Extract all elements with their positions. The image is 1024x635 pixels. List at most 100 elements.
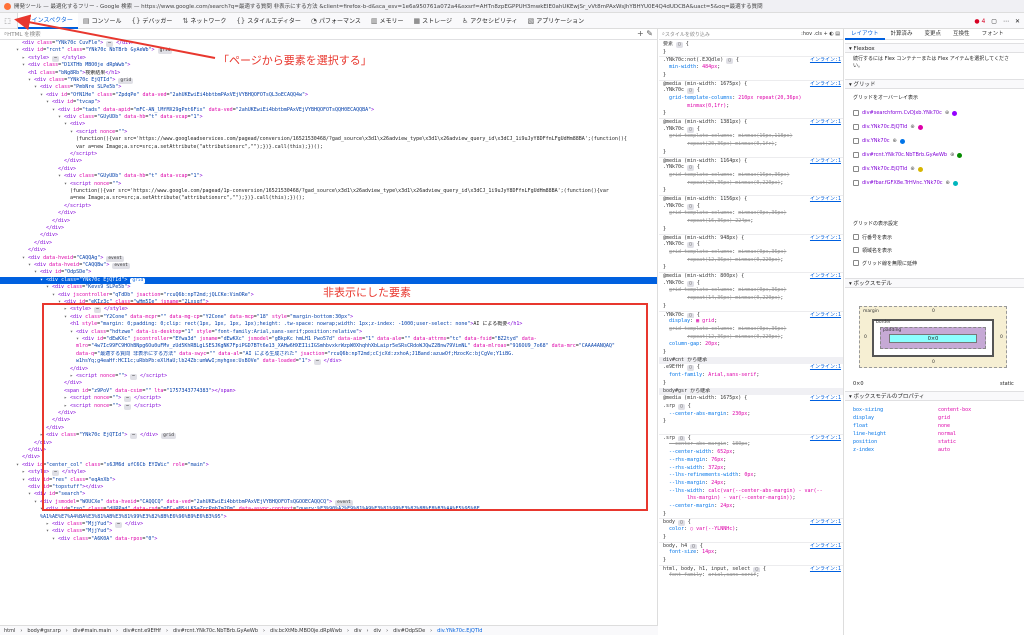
rule-line[interactable]: @media (min-width: 1675px) {インライン:1 bbox=[659, 79, 843, 87]
sidebar-tab[interactable]: 計算済み bbox=[885, 29, 919, 40]
markup-node[interactable]: a=new Image;a.src=src;a.setAttribute("at… bbox=[0, 195, 657, 202]
grid-overlay-checkbox[interactable] bbox=[853, 180, 859, 186]
rule-line[interactable]: @media (min-width: 1164px) {インライン:1 bbox=[659, 156, 843, 164]
markup-node[interactable]: ▾ <div class="A6K0A" data-rpos="0"> bbox=[0, 536, 657, 543]
rule-line[interactable]: grid-template-columns: minmax(0px,36px) bbox=[659, 326, 843, 333]
margin-right-value[interactable]: 0 bbox=[1000, 335, 1003, 340]
tab-devtools[interactable]: ▧ アプリケーション bbox=[523, 13, 590, 29]
rule-line[interactable]: grid-template-columns: 210px repeat(20,3… bbox=[659, 95, 843, 102]
tab-devtools[interactable]: ▤ コンソール bbox=[78, 13, 127, 29]
more-menu-icon[interactable]: ⋯ bbox=[1003, 18, 1009, 25]
markup-node[interactable]: </div> bbox=[0, 240, 657, 247]
html-search-input[interactable]: HTML を検索 bbox=[7, 30, 41, 38]
rule-line[interactable]: --lhs-refinements-width: 0px; bbox=[659, 472, 843, 479]
rule-source-link[interactable]: インライン:1 bbox=[810, 81, 841, 87]
sidebar-tab[interactable]: 互換性 bbox=[947, 29, 976, 40]
display-option-checkbox[interactable] bbox=[853, 234, 859, 240]
grid-color-swatch[interactable] bbox=[952, 180, 958, 186]
rule-line[interactable]: display: ▦ grid; bbox=[659, 318, 843, 325]
target-icon[interactable]: ⊕ bbox=[910, 124, 914, 130]
rule-line[interactable]: --center-margin: 24px; bbox=[659, 503, 843, 510]
breadcrumb-item[interactable]: div#main.main bbox=[73, 628, 111, 634]
rule-line[interactable]: @media (min-width: 800px) {インライン:1 bbox=[659, 272, 843, 279]
rule-line[interactable]: .YNk70c ▢ { bbox=[659, 203, 843, 210]
grid-overlay-item[interactable]: div#fbar.fGFX8e.TrHVnc.YNk70c ⊕ bbox=[853, 178, 958, 188]
rule-line[interactable]: @media (min-width: 1675px) {インライン:1 bbox=[659, 395, 843, 402]
tab-devtools[interactable]: ♿ アクセシビリティ bbox=[457, 13, 523, 29]
grid-overlay-checkbox[interactable] bbox=[853, 152, 859, 158]
rule-source-link[interactable]: インライン:1 bbox=[810, 273, 841, 279]
close-icon[interactable]: ✕ bbox=[1015, 18, 1020, 25]
grid-display-option[interactable]: 領域名を表示 bbox=[853, 245, 892, 255]
rule-line[interactable]: body, h4 ▢ {インライン:1 bbox=[659, 541, 843, 549]
markup-node[interactable]: <div class="YNk70c CuvFle"> ⋯ </div> bbox=[0, 40, 657, 47]
rules-filter-input[interactable]: スタイルを絞り込み bbox=[665, 31, 710, 38]
rule-line[interactable]: @media (min-width: 1156px) {インライン:1 bbox=[659, 195, 843, 202]
rule-line[interactable]: .srp ▢ { bbox=[659, 403, 843, 410]
tab-devtools[interactable]: ◔ パフォーマンス bbox=[306, 13, 366, 29]
rule-line[interactable]: } bbox=[659, 511, 843, 518]
markup-node[interactable]: %A1%AE%E7%A4%BA%E3%81%AB%E3%81%99%E3%82%… bbox=[0, 514, 657, 521]
rule-source-link[interactable]: インライン:1 bbox=[810, 312, 841, 318]
target-icon[interactable]: ⊕ bbox=[946, 180, 950, 186]
markup-node[interactable]: ▾ <div class="YNk70c EjQTId"> grid bbox=[0, 77, 657, 84]
markup-node[interactable]: </div> bbox=[0, 158, 657, 165]
add-node-icon[interactable]: + ✎ bbox=[637, 29, 653, 38]
rule-line[interactable]: } bbox=[659, 303, 843, 310]
rule-line[interactable]: font-family: Arial,sans-serif; bbox=[659, 372, 843, 379]
rules-filter-bar[interactable]: ⌕ スタイルを絞り込み :hov .cls + ◐ ▤ bbox=[659, 29, 843, 40]
rule-line[interactable]: --center-width: 652px; bbox=[659, 449, 843, 456]
rule-line[interactable]: } bbox=[659, 264, 843, 271]
rule-line[interactable]: font-size: 14px; bbox=[659, 549, 843, 556]
rule-line[interactable]: .YNk70c:not(.EJQdle) ▢ {インライン:1 bbox=[659, 56, 843, 64]
rule-line[interactable]: --center-abs-margin: 180px; bbox=[659, 441, 843, 448]
markup-node[interactable]: <h1 class="bNg8Rb">検索結果</h1> bbox=[0, 70, 657, 77]
rule-line[interactable]: color: ◯ var(--YLNNHc); bbox=[659, 526, 843, 533]
dock-icon[interactable]: ▢ bbox=[991, 18, 997, 25]
rule-line[interactable]: .e9EfHf ▢ {インライン:1 bbox=[659, 364, 843, 372]
markup-node[interactable]: ▸ <div class="MjjYud"> ⋯ </div> bbox=[0, 521, 657, 528]
markup-node[interactable]: </script> bbox=[0, 203, 657, 210]
rule-line[interactable]: --center-abs-margin: 230px; bbox=[659, 411, 843, 418]
markup-node[interactable]: ▾ <div class="PmbNre SLPe5b"> bbox=[0, 84, 657, 91]
rule-line[interactable]: repeat(14,36px) minmax(0,220px); bbox=[659, 295, 843, 302]
rule-line[interactable]: } bbox=[659, 418, 843, 425]
breadcrumb-item[interactable]: div.bcXtMb.MBO0je.dRpWwb bbox=[270, 628, 342, 634]
markup-node[interactable]: </div> bbox=[0, 218, 657, 225]
rule-line[interactable]: .YNk70c ▢ { bbox=[659, 126, 843, 133]
markup-node[interactable]: ▾ <div data-hveid="CAQQBw"> event bbox=[0, 262, 657, 269]
rule-line[interactable]: 要素 ▢ { bbox=[659, 41, 843, 48]
rule-source-link[interactable]: インライン:1 bbox=[810, 395, 841, 402]
content-box[interactable]: 0×0 bbox=[889, 334, 977, 343]
rule-line[interactable]: } bbox=[659, 72, 843, 79]
boxmodel-props-header[interactable]: ▾ ボックスモデルのプロパティ bbox=[845, 391, 1024, 401]
grid-color-swatch[interactable] bbox=[952, 110, 958, 116]
rule-source-link[interactable]: インライン:1 bbox=[810, 119, 841, 125]
markup-node[interactable]: </script> bbox=[0, 151, 657, 158]
rule-line[interactable]: repeat(20,36px) minmax(0,1fr); bbox=[659, 141, 843, 148]
target-icon[interactable]: ⊕ bbox=[910, 166, 914, 172]
tab-devtools[interactable]: ▣ インスペクター bbox=[18, 12, 78, 29]
rule-source-link[interactable]: インライン:1 bbox=[810, 196, 841, 202]
rule-line[interactable]: --lhs-width: calc(var(--center-abs-margi… bbox=[659, 488, 843, 495]
rules-buttons[interactable]: :hov .cls + ◐ ▤ bbox=[801, 31, 840, 37]
margin-left-value[interactable]: 0 bbox=[864, 335, 867, 340]
rule-line[interactable]: --rhs-margin: 76px; bbox=[659, 457, 843, 464]
target-icon[interactable]: ⊕ bbox=[893, 138, 897, 144]
grid-color-swatch[interactable] bbox=[917, 166, 923, 172]
target-icon[interactable]: ⊕ bbox=[950, 152, 954, 158]
rule-line[interactable]: } bbox=[659, 149, 843, 156]
grid-color-swatch[interactable] bbox=[899, 138, 905, 144]
markup-node[interactable]: </div> bbox=[0, 210, 657, 217]
markup-node[interactable]: ▾ <div id="OfN1He" class="ZpdqPe" data-v… bbox=[0, 92, 657, 99]
rule-line[interactable]: minmax(0,1fr); bbox=[659, 103, 843, 110]
grid-overlay-item[interactable]: div.YNk70c.EjQTId ⊕ bbox=[853, 164, 923, 174]
grid-display-option[interactable]: グリッド線を無限に延伸 bbox=[853, 258, 917, 268]
tab-devtools[interactable]: ▦ ストレージ bbox=[408, 13, 457, 29]
grid-overlay-item[interactable]: div.YNk70c ⊕ bbox=[853, 136, 905, 146]
rule-line[interactable]: repeat(16,36px) 224px; bbox=[659, 218, 843, 225]
tab-devtools[interactable]: ▥ メモリー bbox=[366, 13, 409, 29]
rule-line[interactable]: body ▢ {インライン:1 bbox=[659, 518, 843, 526]
grid-overlay-checkbox[interactable] bbox=[853, 124, 859, 130]
breadcrumb-item[interactable]: div.YNk70c.EjQTId bbox=[437, 628, 482, 634]
